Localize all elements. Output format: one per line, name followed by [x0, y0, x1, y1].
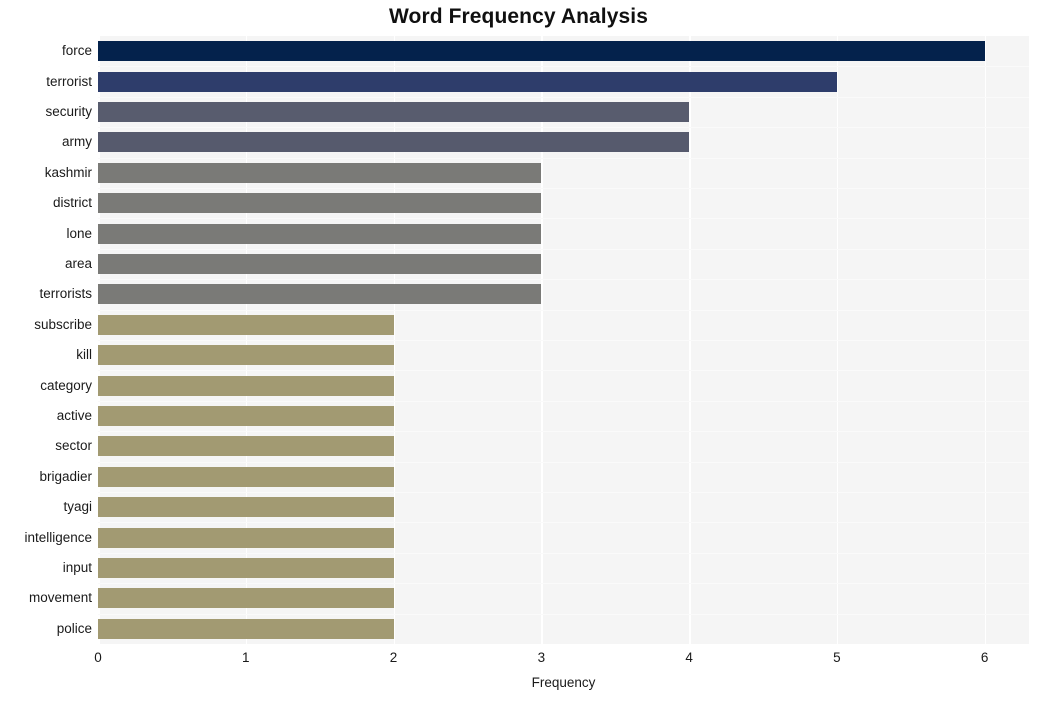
y-axis-label-district: district	[52, 195, 92, 211]
bar-security[interactable]	[98, 102, 690, 122]
bar-intelligence[interactable]	[98, 527, 394, 548]
gridline-y	[98, 127, 1029, 129]
bar-area[interactable]	[98, 254, 542, 274]
y-axis-label-kashmir: kashmir	[44, 164, 92, 180]
bar-district[interactable]	[98, 193, 542, 214]
x-tick-1: 1	[242, 650, 250, 665]
page-title: Word Frequency Analysis	[388, 5, 649, 28]
bar-police[interactable]	[98, 618, 394, 639]
bar-tyagi[interactable]	[98, 497, 394, 518]
y-axis-label-movement: movement	[28, 590, 92, 606]
bar-terrorist[interactable]	[98, 71, 837, 92]
gridline-y	[98, 461, 1029, 463]
y-axis-label-kill: kill	[76, 347, 92, 363]
gridline-y	[98, 492, 1029, 493]
y-axis-label-intelligence: intelligence	[24, 529, 92, 545]
y-axis-label-area: area	[64, 256, 92, 271]
bar-terrorists[interactable]	[98, 284, 542, 305]
y-axis-label-subscribe: subscribe	[34, 316, 92, 332]
y-axis-label-sector: sector	[55, 438, 92, 454]
plot-area	[98, 36, 1029, 644]
bar-sector[interactable]	[98, 436, 394, 457]
bar-force[interactable]	[98, 41, 985, 62]
y-axis-label-lone: lone	[66, 225, 92, 241]
bar-kill[interactable]	[98, 345, 394, 366]
x-tick-4: 4	[685, 650, 693, 665]
bar-active[interactable]	[98, 406, 394, 426]
gridline-y	[98, 370, 1029, 372]
gridline-y	[98, 279, 1029, 281]
y-axis-label-brigadier: brigadier	[39, 468, 92, 484]
y-axis-label-category: category	[40, 377, 92, 393]
bar-category[interactable]	[98, 375, 394, 396]
x-axis-tick-labels: 0 1 2 3 4 5 6	[0, 650, 1037, 670]
bar-subscribe[interactable]	[98, 314, 394, 335]
x-tick-2: 2	[389, 650, 398, 665]
x-axis-title: Frequency	[531, 675, 596, 690]
gridline-y	[98, 248, 1029, 250]
x-tick-3: 3	[537, 650, 546, 665]
bar-movement[interactable]	[98, 588, 394, 609]
x-tick-0: 0	[94, 650, 102, 665]
gridline-y	[98, 309, 1029, 311]
gridline-y	[98, 400, 1029, 402]
gridline-y	[98, 96, 1029, 98]
y-axis-label-security: security	[45, 104, 92, 119]
y-axis-label-tyagi: tyagi	[63, 499, 92, 515]
gridline-y	[98, 583, 1029, 585]
y-axis-label-terrorist: terrorist	[46, 73, 92, 89]
gridline-y	[98, 340, 1029, 341]
x-tick-5: 5	[833, 650, 841, 665]
gridline-y	[98, 552, 1029, 554]
gridline-y	[98, 66, 1029, 68]
y-axis-labels: force terrorist security army kashmir distric…	[0, 36, 92, 644]
y-axis-label-force: force	[61, 43, 92, 59]
bar-lone[interactable]	[98, 223, 542, 244]
bar-input[interactable]	[98, 558, 394, 578]
x-tick-6: 6	[980, 650, 989, 665]
y-axis-label-army: army	[62, 134, 92, 150]
bar-kashmir[interactable]	[98, 162, 542, 183]
gridline-y	[98, 157, 1029, 159]
gridline-y	[98, 218, 1029, 220]
gridline-y	[98, 522, 1029, 524]
bar-brigadier[interactable]	[98, 466, 394, 487]
y-axis-label-police: police	[56, 620, 92, 636]
gridline-y	[98, 613, 1029, 615]
gridline-y	[98, 188, 1029, 189]
y-axis-label-active: active	[56, 408, 92, 423]
word-frequency-chart: Word Frequency Analysis force terrorist se…	[0, 0, 1037, 701]
gridline-y	[98, 431, 1029, 433]
y-axis-label-input: input	[62, 560, 92, 575]
y-axis-label-terrorists: terrorists	[39, 286, 92, 302]
bar-army[interactable]	[98, 132, 690, 153]
